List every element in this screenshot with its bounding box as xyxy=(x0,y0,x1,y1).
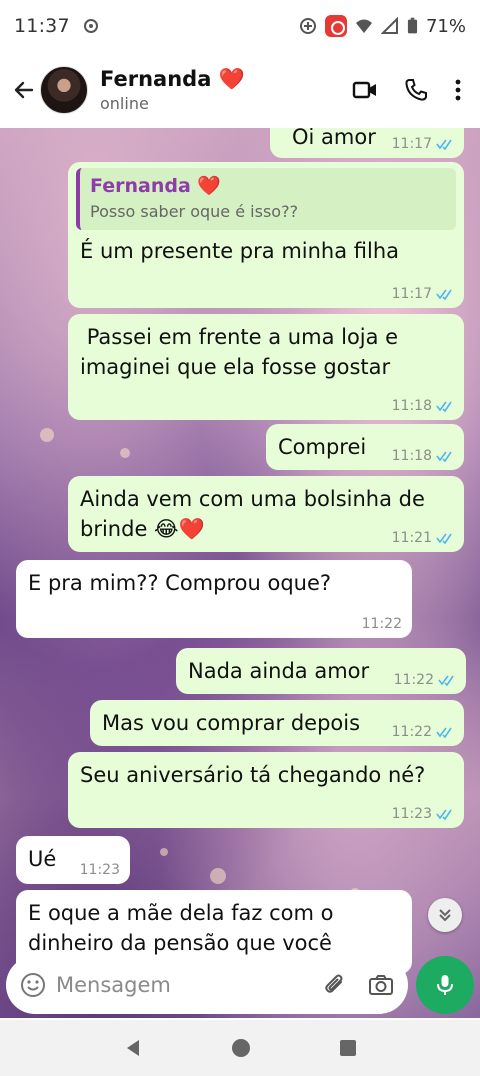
message-text: Ué xyxy=(28,847,57,871)
battery-icon xyxy=(407,17,418,34)
message-time: 11:23 xyxy=(79,862,120,878)
read-ticks-icon xyxy=(436,809,452,820)
video-call-icon[interactable] xyxy=(352,77,378,103)
system-nav-bar xyxy=(0,1020,480,1076)
read-ticks-icon xyxy=(438,675,454,686)
message-text: Nada ainda amor xyxy=(188,659,370,683)
message-meta: 11:21 xyxy=(392,530,454,546)
status-bar: 11:37 71% xyxy=(0,0,480,52)
message-outgoing[interactable]: Mas vou comprar depois 11:22 xyxy=(90,700,464,746)
read-ticks-icon xyxy=(436,289,452,300)
message-meta: 11:22 xyxy=(362,616,402,632)
scroll-to-bottom-button[interactable] xyxy=(428,898,462,932)
quoted-author: Fernanda ❤️ xyxy=(90,175,222,197)
message-outgoing-reply[interactable]: Fernanda ❤️ Posso saber oque é isso?? É … xyxy=(68,162,464,308)
more-options-icon[interactable] xyxy=(454,78,462,102)
arrow-left-icon xyxy=(14,81,34,99)
quoted-text: Posso saber oque é isso?? xyxy=(90,202,299,221)
data-saver-icon xyxy=(299,18,316,34)
avatar[interactable] xyxy=(40,66,88,114)
message-time: 11:18 xyxy=(391,448,432,464)
message-time: 11:17 xyxy=(391,136,432,152)
message-outgoing[interactable]: Oi amor 11:17 xyxy=(270,128,464,158)
message-meta: 11:23 xyxy=(392,806,454,822)
message-meta: 11:18 xyxy=(392,448,454,464)
message-outgoing[interactable]: Passei em frente a uma loja e imaginei q… xyxy=(68,314,464,420)
message-time: 11:22 xyxy=(391,724,432,740)
message-time: 11:17 xyxy=(391,286,432,302)
wifi-icon xyxy=(355,19,372,33)
notification-dot-icon xyxy=(83,19,98,33)
message-text: Mas vou comprar depois xyxy=(102,711,361,735)
message-meta: 11:17 xyxy=(392,286,454,302)
message-text: Comprei xyxy=(278,435,367,459)
message-composer xyxy=(6,956,408,1014)
status-icons: 71% xyxy=(299,15,466,37)
message-time: 11:22 xyxy=(393,672,434,688)
message-meta: 11:22 xyxy=(394,672,456,688)
status-time: 11:37 xyxy=(14,15,70,37)
contact-info[interactable]: Fernanda ❤️ online xyxy=(100,67,245,113)
message-text: E pra mim?? Comprou oque? xyxy=(28,571,332,595)
back-button[interactable] xyxy=(10,76,38,104)
message-outgoing[interactable]: Ainda vem com uma bolsinha de brinde 😂❤️… xyxy=(68,476,464,552)
emoji-icon[interactable] xyxy=(20,972,46,998)
read-ticks-icon xyxy=(436,533,452,544)
message-time: 11:22 xyxy=(361,616,402,632)
message-time: 11:18 xyxy=(391,398,432,414)
quoted-message[interactable]: Fernanda ❤️ Posso saber oque é isso?? xyxy=(76,168,456,230)
voice-record-button[interactable] xyxy=(416,956,474,1014)
chat-header: Fernanda ❤️ online xyxy=(0,52,480,128)
message-text: Passei em frente a uma loja e imaginei q… xyxy=(80,325,399,379)
message-meta: 11:18 xyxy=(392,398,454,414)
read-ticks-icon xyxy=(436,401,452,412)
wallpaper-sparkle xyxy=(210,868,226,884)
microphone-icon xyxy=(437,975,453,995)
message-outgoing[interactable]: Comprei 11:18 xyxy=(266,424,464,470)
attach-icon[interactable] xyxy=(322,972,348,998)
phone-call-icon[interactable] xyxy=(404,78,428,102)
chat-area[interactable]: Oi amor 11:17 Fernanda ❤️ Posso saber oq… xyxy=(0,128,480,1018)
message-outgoing[interactable]: Seu aniversário tá chegando né? 11:23 xyxy=(68,752,464,828)
message-outgoing[interactable]: Nada ainda amor 11:22 xyxy=(176,648,466,694)
composer-actions xyxy=(322,972,394,998)
message-text: Seu aniversário tá chegando né? xyxy=(80,763,426,787)
contact-name: Fernanda ❤️ xyxy=(100,67,245,91)
message-time: 11:23 xyxy=(391,806,432,822)
camera-icon[interactable] xyxy=(368,972,394,998)
message-input[interactable] xyxy=(56,973,306,997)
wallpaper-sparkle xyxy=(40,428,54,442)
message-text: É um presente pra minha filha xyxy=(80,239,400,263)
contact-status: online xyxy=(100,94,149,113)
signal-icon xyxy=(380,17,398,34)
message-incoming[interactable]: Ué 11:23 xyxy=(16,836,130,884)
read-ticks-icon xyxy=(436,451,452,462)
battery-percent: 71% xyxy=(425,15,466,37)
message-meta: 11:17 xyxy=(392,136,454,152)
wallpaper-sparkle xyxy=(160,848,168,856)
message-meta: 11:23 xyxy=(80,862,120,878)
message-text: Oi amor xyxy=(292,128,376,149)
nav-back-icon[interactable] xyxy=(123,1038,143,1058)
header-actions xyxy=(352,77,470,103)
nav-recents-icon[interactable] xyxy=(339,1039,357,1057)
nav-home-icon[interactable] xyxy=(230,1037,252,1059)
screen-record-icon xyxy=(324,15,347,37)
read-ticks-icon xyxy=(436,139,452,150)
message-text: E oque a mãe dela faz com o dinheiro da … xyxy=(28,901,334,955)
message-incoming[interactable]: E pra mim?? Comprou oque? 11:22 xyxy=(16,560,412,638)
wallpaper-sparkle xyxy=(120,448,130,458)
double-chevron-down-icon xyxy=(439,909,451,922)
message-meta: 11:22 xyxy=(392,724,454,740)
message-time: 11:21 xyxy=(391,530,432,546)
read-ticks-icon xyxy=(436,727,452,738)
